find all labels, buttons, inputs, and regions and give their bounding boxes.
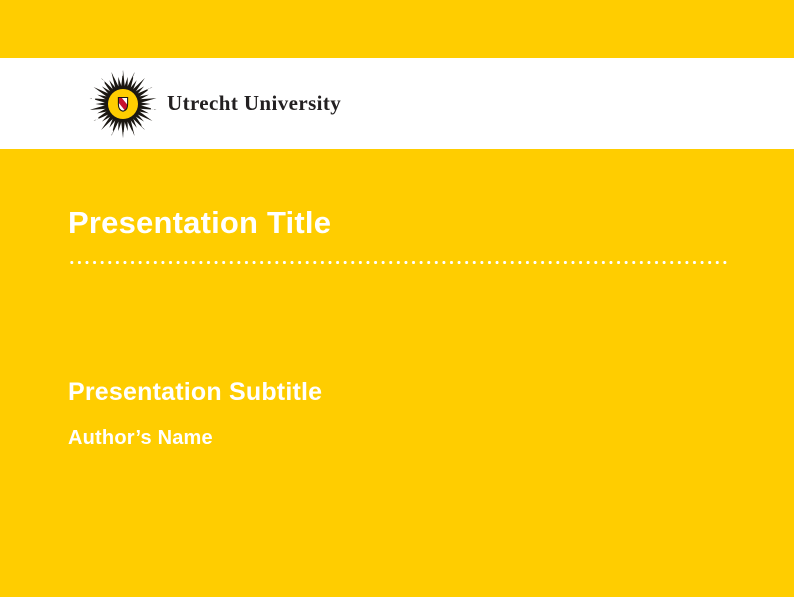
university-wordmark: Utrecht University [167,91,341,116]
utrecht-sun-emblem-icon [88,69,158,139]
dotted-divider [68,259,730,266]
slide-canvas: Utrecht University Presentation Title Pr… [0,0,794,597]
top-yellow-band [0,0,794,58]
university-logo: Utrecht University [88,58,341,149]
presentation-title: Presentation Title [68,205,331,241]
author-name: Author’s Name [68,427,213,450]
shield-icon [118,97,129,111]
presentation-subtitle: Presentation Subtitle [68,378,322,407]
